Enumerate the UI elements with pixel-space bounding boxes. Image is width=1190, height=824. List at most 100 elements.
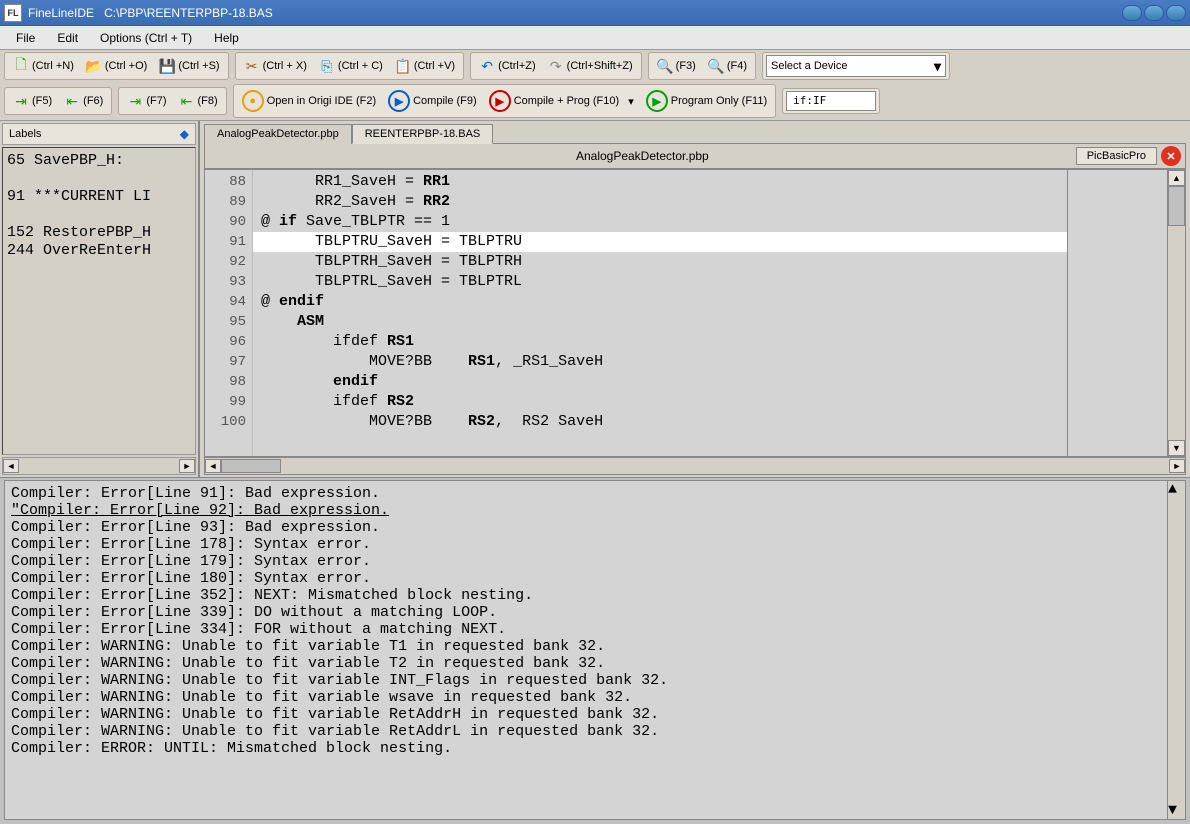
find-button[interactable]: 🔍(F3) [652,55,701,77]
language-button[interactable]: PicBasicPro [1076,147,1157,165]
code-line[interactable]: endif [253,372,1067,392]
list-item[interactable] [7,170,191,188]
scroll-right-icon[interactable]: ► [1169,459,1185,473]
list-item[interactable]: 152 RestorePBP_H [7,224,191,242]
output-line: Compiler: Error[Line 352]: NEXT: Mismatc… [11,587,1179,604]
compile-button[interactable]: ▶Compile (F9) [383,87,482,115]
list-item[interactable] [7,206,191,224]
main-area: Labels ◆ 65 SavePBP_H: 91 ***CURRENT LI … [0,121,1190,478]
list-item[interactable]: 244 OverReEnterH [7,242,191,260]
menu-options[interactable]: Options (Ctrl + T) [90,28,202,48]
editor-panel: AnalogPeakDetector.pbp REENTERPBP-18.BAS… [200,121,1190,477]
hscroll-thumb[interactable] [221,459,281,473]
sidebar-header[interactable]: Labels ◆ [2,123,196,145]
close-tab-button[interactable]: ✕ [1161,146,1181,166]
code-line[interactable]: MOVE?BB RS1, _RS1_SaveH [253,352,1067,372]
tab-row: AnalogPeakDetector.pbp REENTERPBP-18.BAS [200,121,1190,143]
scroll-left-icon[interactable]: ◄ [3,459,19,473]
scroll-down-icon[interactable]: ▼ [1168,802,1185,819]
dropdown-arrow-icon[interactable]: ▾ [628,95,634,108]
list-item[interactable]: 65 SavePBP_H: [7,152,191,170]
new-button[interactable]: 🗋(Ctrl +N) [8,55,79,77]
scroll-thumb[interactable] [1168,186,1185,226]
open-icon: 📂 [86,58,102,74]
code-area[interactable]: 888990919293949596979899100 RR1_SaveH = … [204,169,1186,457]
output-line: Compiler: WARNING: Unable to fit variabl… [11,689,1179,706]
code-line[interactable]: TBLPTRH_SaveH = TBLPTRH [253,252,1067,272]
filter-icon: ◆ [180,127,189,141]
sidebar-title: Labels [9,128,41,140]
undo-icon: ↶ [479,58,495,74]
undo-button[interactable]: ↶(Ctrl+Z) [474,55,541,77]
if-display: if:IF [786,91,876,111]
output-line: Compiler: ERROR: UNTIL: Mismatched block… [11,740,1179,757]
cut-button[interactable]: ✂(Ctrl + X) [239,55,312,77]
active-filename: AnalogPeakDetector.pbp [209,149,1076,163]
window-controls [1122,5,1186,21]
redo-button[interactable]: ↷(Ctrl+Shift+Z) [543,55,638,77]
f5-button[interactable]: ⇥(F5) [8,90,57,112]
right-margin [1067,170,1167,456]
app-title: FineLineIDE C:\PBP\REENTERPBP-18.BAS [28,6,273,20]
output-line: Compiler: Error[Line 180]: Syntax error. [11,570,1179,587]
output-vscroll[interactable]: ▲ ▼ [1167,481,1185,819]
output-line: Compiler: WARNING: Unable to fit variabl… [11,672,1179,689]
f7-button[interactable]: ⇥(F7) [122,90,171,112]
output-line: Compiler: WARNING: Unable to fit variabl… [11,723,1179,740]
output-line: Compiler: Error[Line 179]: Syntax error. [11,553,1179,570]
labels-list[interactable]: 65 SavePBP_H: 91 ***CURRENT LI 152 Resto… [2,147,196,455]
output-line: Compiler: WARNING: Unable to fit variabl… [11,655,1179,672]
find-icon: 🔍 [657,58,673,74]
find-next-icon: 🔍 [708,58,724,74]
f6-button[interactable]: ⇤(F6) [59,90,108,112]
code-line[interactable]: TBLPTRL_SaveH = TBLPTRL [253,272,1067,292]
scroll-left-icon[interactable]: ◄ [205,459,221,473]
scroll-right-icon[interactable]: ► [179,459,195,473]
code-line[interactable]: @ if Save_TBLPTR == 1 [253,212,1067,232]
code-line[interactable]: ifdef RS1 [253,332,1067,352]
scroll-up-icon[interactable]: ▲ [1168,170,1185,186]
save-button[interactable]: 💾(Ctrl +S) [154,55,224,77]
code-line[interactable]: RR1_SaveH = RR1 [253,172,1067,192]
code-line[interactable]: ifdef RS2 [253,392,1067,412]
editor-hscroll[interactable]: ◄ ► [204,457,1186,475]
code-line[interactable]: MOVE?BB RS2, RS2 SaveH [253,412,1067,432]
program-only-button[interactable]: ▶Program Only (F11) [641,87,772,115]
dropdown-icon: ▾ [934,58,941,75]
app-icon: FL [4,4,22,22]
new-icon: 🗋 [13,58,29,74]
scroll-up-icon[interactable]: ▲ [1168,481,1185,498]
f8-button[interactable]: ⇤(F8) [174,90,223,112]
editor-vscroll[interactable]: ▲ ▼ [1167,170,1185,456]
open-ide-button[interactable]: ●Open in Origi IDE (F2) [237,87,381,115]
menu-help[interactable]: Help [204,28,249,48]
menu-file[interactable]: File [6,28,45,48]
code-line[interactable]: TBLPTRU_SaveH = TBLPTRU [253,232,1067,252]
uncomment-icon: ⇤ [179,93,195,109]
indent-icon: ⇥ [13,93,29,109]
find-next-button[interactable]: 🔍(F4) [703,55,752,77]
list-item[interactable]: 91 ***CURRENT LI [7,188,191,206]
copy-button[interactable]: ⎘(Ctrl + C) [314,55,388,77]
output-line: Compiler: WARNING: Unable to fit variabl… [11,638,1179,655]
copy-icon: ⎘ [319,58,335,74]
open-button[interactable]: 📂(Ctrl +O) [81,55,152,77]
code-lines[interactable]: RR1_SaveH = RR1 RR2_SaveH = RR2@ if Save… [253,170,1067,456]
menubar: File Edit Options (Ctrl + T) Help [0,26,1190,50]
compile-prog-button[interactable]: ▶Compile + Prog (F10) ▾ [484,87,639,115]
code-line[interactable]: @ endif [253,292,1067,312]
close-button[interactable] [1166,5,1186,21]
tab-file-1[interactable]: AnalogPeakDetector.pbp [204,124,352,144]
device-select[interactable]: Select a Device ▾ [766,55,946,77]
tab-file-2[interactable]: REENTERPBP-18.BAS [352,124,494,144]
paste-button[interactable]: 📋(Ctrl +V) [390,55,460,77]
maximize-button[interactable] [1144,5,1164,21]
code-line[interactable]: ASM [253,312,1067,332]
sidebar-hscroll[interactable]: ◄ ► [2,457,196,475]
ide-icon: ● [242,90,264,112]
menu-edit[interactable]: Edit [47,28,88,48]
code-line[interactable]: RR2_SaveH = RR2 [253,192,1067,212]
output-panel[interactable]: Compiler: Error[Line 91]: Bad expression… [4,480,1186,820]
minimize-button[interactable] [1122,5,1142,21]
scroll-down-icon[interactable]: ▼ [1168,440,1185,456]
